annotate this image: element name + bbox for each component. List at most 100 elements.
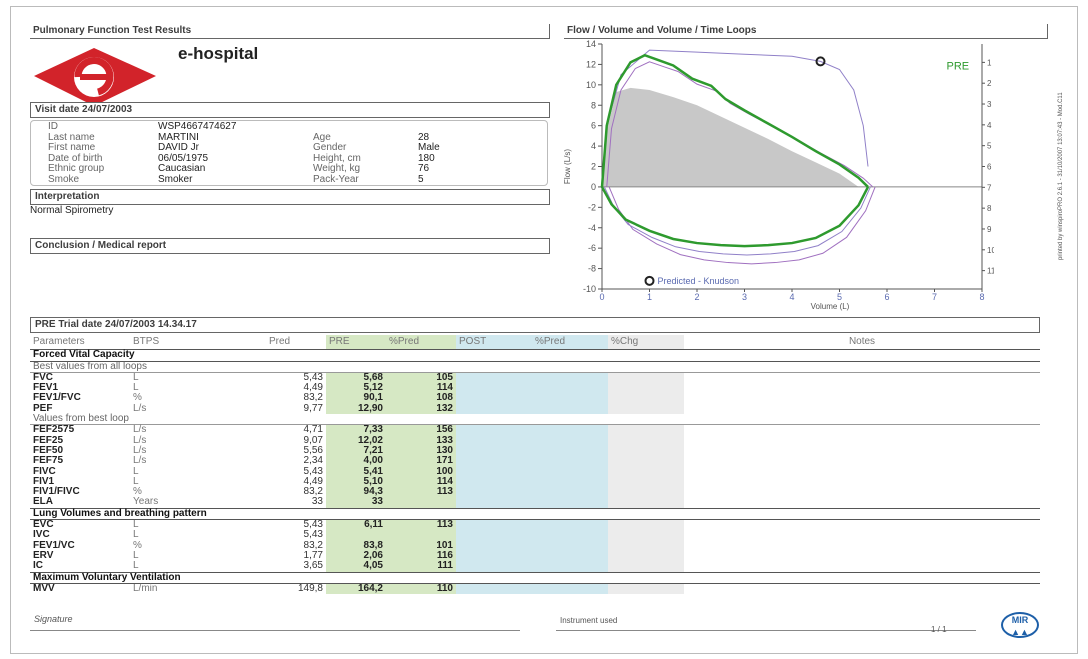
- notes-cell: [684, 551, 1040, 561]
- y-tick-label: 6: [591, 121, 596, 131]
- x-tick-label: 3: [742, 292, 747, 302]
- y2-tick-label: 6: [987, 163, 992, 172]
- pct-change-value: [608, 519, 684, 531]
- patient-row: ID WSP4667474627: [48, 121, 446, 133]
- y2-tick-label: 2: [987, 79, 992, 88]
- post-value: [456, 497, 532, 509]
- patient-value: [418, 122, 446, 133]
- parameter-name: ELA: [33, 496, 53, 508]
- patient-value: Smoker: [158, 173, 193, 185]
- pct-change-value: [608, 435, 684, 446]
- patient-label: Ethnic group: [48, 163, 105, 174]
- table-row: FEF50 L/s 5,56 7,21 130: [30, 445, 1040, 457]
- notes-cell: [684, 530, 1040, 540]
- legend-label: Predicted - Knudson: [658, 276, 740, 286]
- parameter-name: IC: [33, 560, 43, 572]
- patient-value: DAVID Jr: [158, 142, 199, 153]
- post-pct-pred-value: [532, 540, 608, 551]
- y-tick-label: -6: [588, 243, 596, 253]
- pre-value: 6,11: [326, 519, 386, 531]
- parameter-unit: L: [133, 549, 139, 561]
- column-header: Pred: [266, 335, 326, 351]
- y-tick-label: 4: [591, 141, 596, 151]
- post-value: [456, 487, 532, 498]
- notes-cell: [684, 393, 1040, 403]
- post-pct-pred-value: [532, 435, 608, 446]
- pct-pred-value: 132: [386, 403, 456, 415]
- y-tick-label: -8: [588, 264, 596, 274]
- notes-cell: [684, 404, 1040, 414]
- x-tick-label: 8: [979, 292, 984, 302]
- interpretation-text: Normal Spirometry: [30, 205, 114, 216]
- pred-value: 149,8: [297, 582, 323, 594]
- table-row: FIV1/FIVC% 83,2 94,3 113: [30, 486, 1040, 498]
- mir-logo: MIR ▲▲: [1001, 612, 1039, 638]
- parameter-unit: L: [133, 475, 139, 487]
- notes-cell: [684, 487, 1040, 497]
- subsection-row: Values from best loop: [30, 414, 1040, 426]
- table-row: ERV L 1,77 2,06 116: [30, 549, 1040, 562]
- table-row: FEF25 L/s 9,07 12,02 133: [30, 434, 1040, 446]
- patient-row: Smoke Smoker Pack-Year 5: [48, 173, 446, 186]
- post-pct-pred-value: [532, 519, 608, 531]
- pre-value: 164,2: [326, 583, 386, 595]
- notes-cell: [684, 372, 1040, 383]
- post-pct-pred-value: [532, 445, 608, 457]
- pre-value: 4,05: [326, 561, 386, 573]
- x-tick-label: 2: [694, 292, 699, 302]
- pct-change-value: [608, 540, 684, 551]
- notes-cell: [684, 383, 1040, 393]
- pct-change-value: [608, 456, 684, 467]
- pct-change-value: [608, 550, 684, 562]
- section-label: Lung Volumes and breathing pattern: [30, 507, 1040, 521]
- pct-pred-value: 113: [386, 519, 456, 531]
- section-label: Best values from all loops: [30, 361, 1040, 373]
- y-tick-label: -2: [588, 202, 596, 212]
- notes-cell: [684, 446, 1040, 456]
- pred-value: 33: [311, 496, 323, 508]
- table-row: PEF L/s 9,77 12,90 132: [30, 403, 1040, 415]
- patient-info: ID WSP4667474627 Last name MARTINI Age 28 Firs…: [48, 121, 446, 186]
- series-label: PRE: [947, 60, 970, 72]
- x-tick-label: 4: [789, 292, 794, 302]
- trial-inspiratory-curve: [608, 186, 876, 265]
- page-number: 1 / 1: [931, 625, 947, 634]
- post-value: [456, 445, 532, 457]
- patient-row: Date of birth 06/05/1975 Height, cm 180: [48, 153, 446, 165]
- notes-cell: [684, 583, 1040, 594]
- table-row: FEV1 L 4,49 5,12 114: [30, 382, 1040, 394]
- notes-cell: [684, 436, 1040, 446]
- y2-tick-label: 7: [987, 183, 992, 192]
- patient-label: Weight, kg: [313, 163, 361, 174]
- post-value: [456, 435, 532, 446]
- section-label: Maximum Voluntary Ventilation: [30, 571, 1040, 584]
- column-header: POST: [456, 335, 532, 351]
- y2-tick-label: 8: [987, 204, 992, 213]
- y2-tick-label: 10: [987, 246, 994, 255]
- table-row: IC L 3,65 4,05 111: [30, 560, 1040, 573]
- post-value: [456, 561, 532, 573]
- post-pct-pred-value: [532, 383, 608, 394]
- table-row: ELA Years 33 33: [30, 496, 1040, 509]
- post-pct-pred-value: [532, 456, 608, 467]
- patient-label: Gender: [313, 142, 347, 153]
- parameter-unit: L/s: [133, 434, 147, 446]
- parameter-unit: %: [133, 539, 142, 551]
- parameter-unit: Years: [133, 496, 159, 508]
- subsection-row: Best values from all loops: [30, 361, 1040, 373]
- notes-cell: [684, 561, 1040, 572]
- section-row: Forced Vital Capacity: [30, 349, 1040, 362]
- patient-label: First name: [48, 142, 96, 153]
- y-tick-label: 0: [591, 182, 596, 192]
- parameter-unit: L/min: [133, 582, 158, 594]
- patient-value: WSP4667474627: [158, 121, 237, 132]
- post-pct-pred-value: [532, 550, 608, 562]
- y2-tick-label: 1: [987, 58, 992, 67]
- pct-change-value: [608, 383, 684, 394]
- notes-cell: [684, 456, 1040, 466]
- pct-change-value: [608, 403, 684, 415]
- pre-value: 33: [326, 497, 386, 509]
- y-tick-label: 2: [591, 162, 596, 172]
- y2-tick-label: 9: [987, 225, 992, 234]
- patient-label: [313, 122, 418, 133]
